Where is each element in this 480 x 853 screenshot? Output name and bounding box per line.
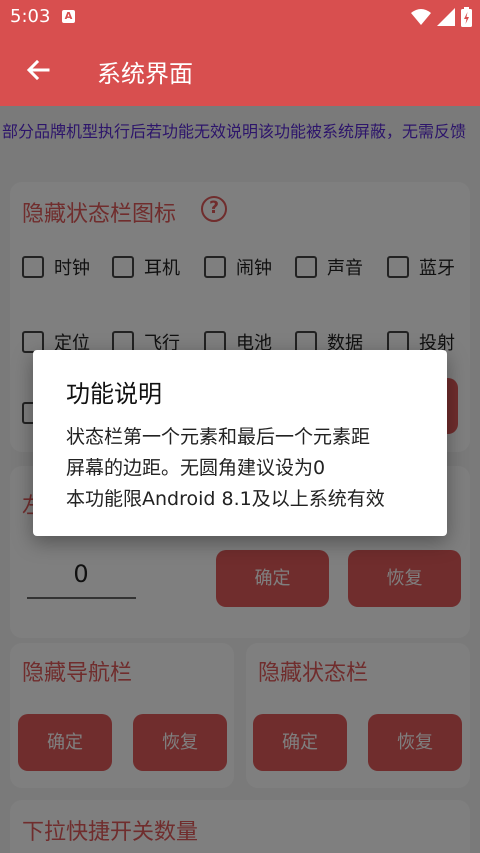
page-title: 系统界面 xyxy=(97,60,193,88)
app-bar: 系统界面 xyxy=(0,34,480,106)
dialog-title: 功能说明 xyxy=(66,380,162,408)
system-icons xyxy=(411,7,472,27)
dialog-body: 状态栏第一个元素和最后一个元素距 屏幕的边距。无圆角建议设为0 本功能限Andr… xyxy=(66,422,426,515)
status-bar: 5:03 A xyxy=(0,0,480,34)
signal-icon xyxy=(437,8,455,26)
dialog-line: 本功能限Android 8.1及以上系统有效 xyxy=(66,488,385,510)
wifi-icon xyxy=(411,9,431,25)
battery-charging-icon xyxy=(461,7,472,27)
status-time: 5:03 xyxy=(10,6,51,27)
dialog-line: 屏幕的边距。无圆角建议设为0 xyxy=(66,457,326,479)
dialog-line: 状态栏第一个元素和最后一个元素距 xyxy=(66,426,371,448)
notification-a-icon: A xyxy=(62,10,75,23)
info-dialog: 功能说明 状态栏第一个元素和最后一个元素距 屏幕的边距。无圆角建议设为0 本功能… xyxy=(33,350,447,536)
back-arrow-icon[interactable] xyxy=(22,54,54,86)
